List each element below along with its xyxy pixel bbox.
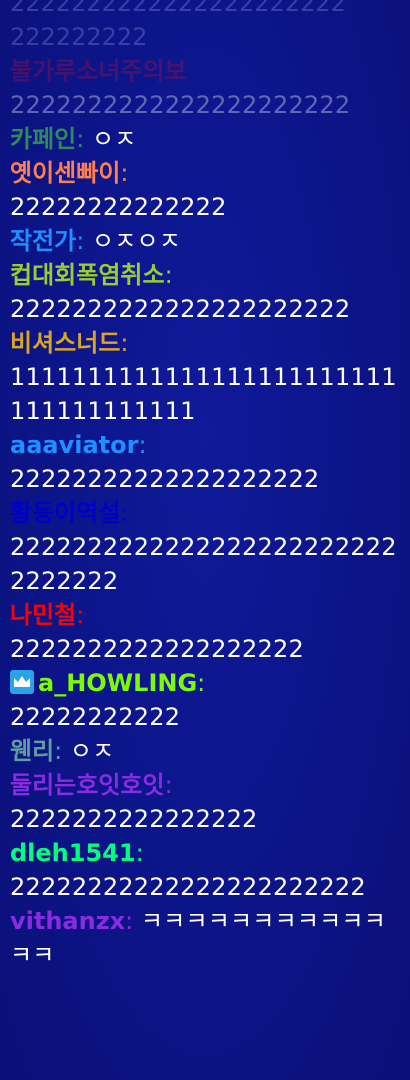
chat-message-m0: 2222222222222222222222: [10, 0, 402, 20]
chat-username[interactable]: 나민철: [10, 601, 76, 629]
name-colon: :: [120, 159, 129, 187]
chat-message-text: 22222222222222222222: [10, 465, 320, 493]
chat-message-text: 22222222222222222222222: [10, 873, 366, 901]
chat-username[interactable]: 웬리: [10, 737, 54, 765]
name-colon: :: [76, 227, 92, 255]
chat-message-text: 2222222222222222222: [10, 635, 304, 663]
name-colon: :: [76, 125, 92, 153]
chat-username[interactable]: 둘리는호잇호잇: [10, 771, 165, 799]
chat-message-m14: dleh1541: 22222222222222222222222: [10, 836, 402, 904]
name-colon: :: [120, 499, 129, 527]
chat-username[interactable]: 황동이역설: [10, 499, 120, 527]
chat-message-m15: vithanzx: ㅋㅋㅋㅋㅋㅋㅋㅋㅋㅋㅋㅋㅋ: [10, 904, 402, 972]
chat-message-text: ㅇㅈ: [91, 125, 137, 153]
chat-message-text: ㅇㅈ: [69, 737, 115, 765]
chat-message-m12: 웬리: ㅇㅈ: [10, 734, 402, 768]
chat-message-text: 1111111111111111111111111111111111111: [10, 363, 397, 425]
chat-message-m10: 나민철: 2222222222222222222: [10, 598, 402, 666]
chat-username[interactable]: a_HOWLING: [38, 669, 197, 697]
chat-message-text: 2222222222222222222222: [10, 0, 346, 17]
chat-username[interactable]: vithanzx: [10, 907, 125, 935]
chat-username[interactable]: aaaviator: [10, 431, 138, 459]
chat-username[interactable]: 비셔스너드: [10, 329, 120, 357]
chat-message-m4: 옛이센빠이: 22222222222222: [10, 156, 402, 224]
chat-message-m11: a_HOWLING: 22222222222: [10, 666, 402, 734]
chat-message-m2: 불가루소녀주의보 2222222222222222222222: [10, 54, 402, 122]
name-colon: :: [164, 261, 173, 289]
chat-message-text: 2222222222222222222222: [10, 295, 351, 323]
chat-log: 2222222222222222222222 222222222 불가루소녀주의…: [10, 0, 402, 972]
chat-username[interactable]: dleh1541: [10, 839, 136, 867]
name-colon: :: [120, 329, 129, 357]
name-colon: :: [54, 737, 70, 765]
chat-message-m6: 컵대회폭염취소: 2222222222222222222222: [10, 258, 402, 326]
chat-message-text: 2222222222222222222222: [10, 91, 351, 119]
name-colon: :: [138, 431, 147, 459]
chat-message-text: 222222222: [10, 23, 148, 51]
chat-message-m3: 카페인: ㅇㅈ: [10, 122, 402, 156]
chat-username[interactable]: 불가루소녀주의보: [10, 57, 187, 85]
name-colon: :: [164, 771, 173, 799]
name-colon: :: [197, 669, 206, 697]
chat-message-text: 22222222222222: [10, 193, 227, 221]
chat-username[interactable]: 컵대회폭염취소: [10, 261, 165, 289]
chat-message-m5: 작전가: ㅇㅈㅇㅈ: [10, 224, 402, 258]
chat-username[interactable]: 카페인: [10, 125, 76, 153]
chat-username[interactable]: 작전가: [10, 227, 76, 255]
chat-message-text: 22222222222: [10, 703, 181, 731]
name-colon: :: [125, 907, 141, 935]
name-colon: :: [76, 601, 85, 629]
chat-message-m13: 둘리는호잇호잇: 2222222222222222: [10, 768, 402, 836]
name-colon: :: [135, 839, 144, 867]
chat-message-text: 22222222222222222222222222222222: [10, 533, 397, 595]
crown-icon: [10, 670, 34, 694]
chat-message-text: 2222222222222222: [10, 805, 258, 833]
chat-username[interactable]: 옛이센빠이: [10, 159, 120, 187]
chat-message-m8: aaaviator: 22222222222222222222: [10, 428, 402, 496]
chat-message-text: ㅇㅈㅇㅈ: [91, 227, 182, 255]
chat-message-m1: 222222222: [10, 20, 402, 54]
chat-message-m9: 황동이역설: 22222222222222222222222222222222: [10, 496, 402, 598]
chat-message-m7: 비셔스너드: 111111111111111111111111111111111…: [10, 326, 402, 428]
